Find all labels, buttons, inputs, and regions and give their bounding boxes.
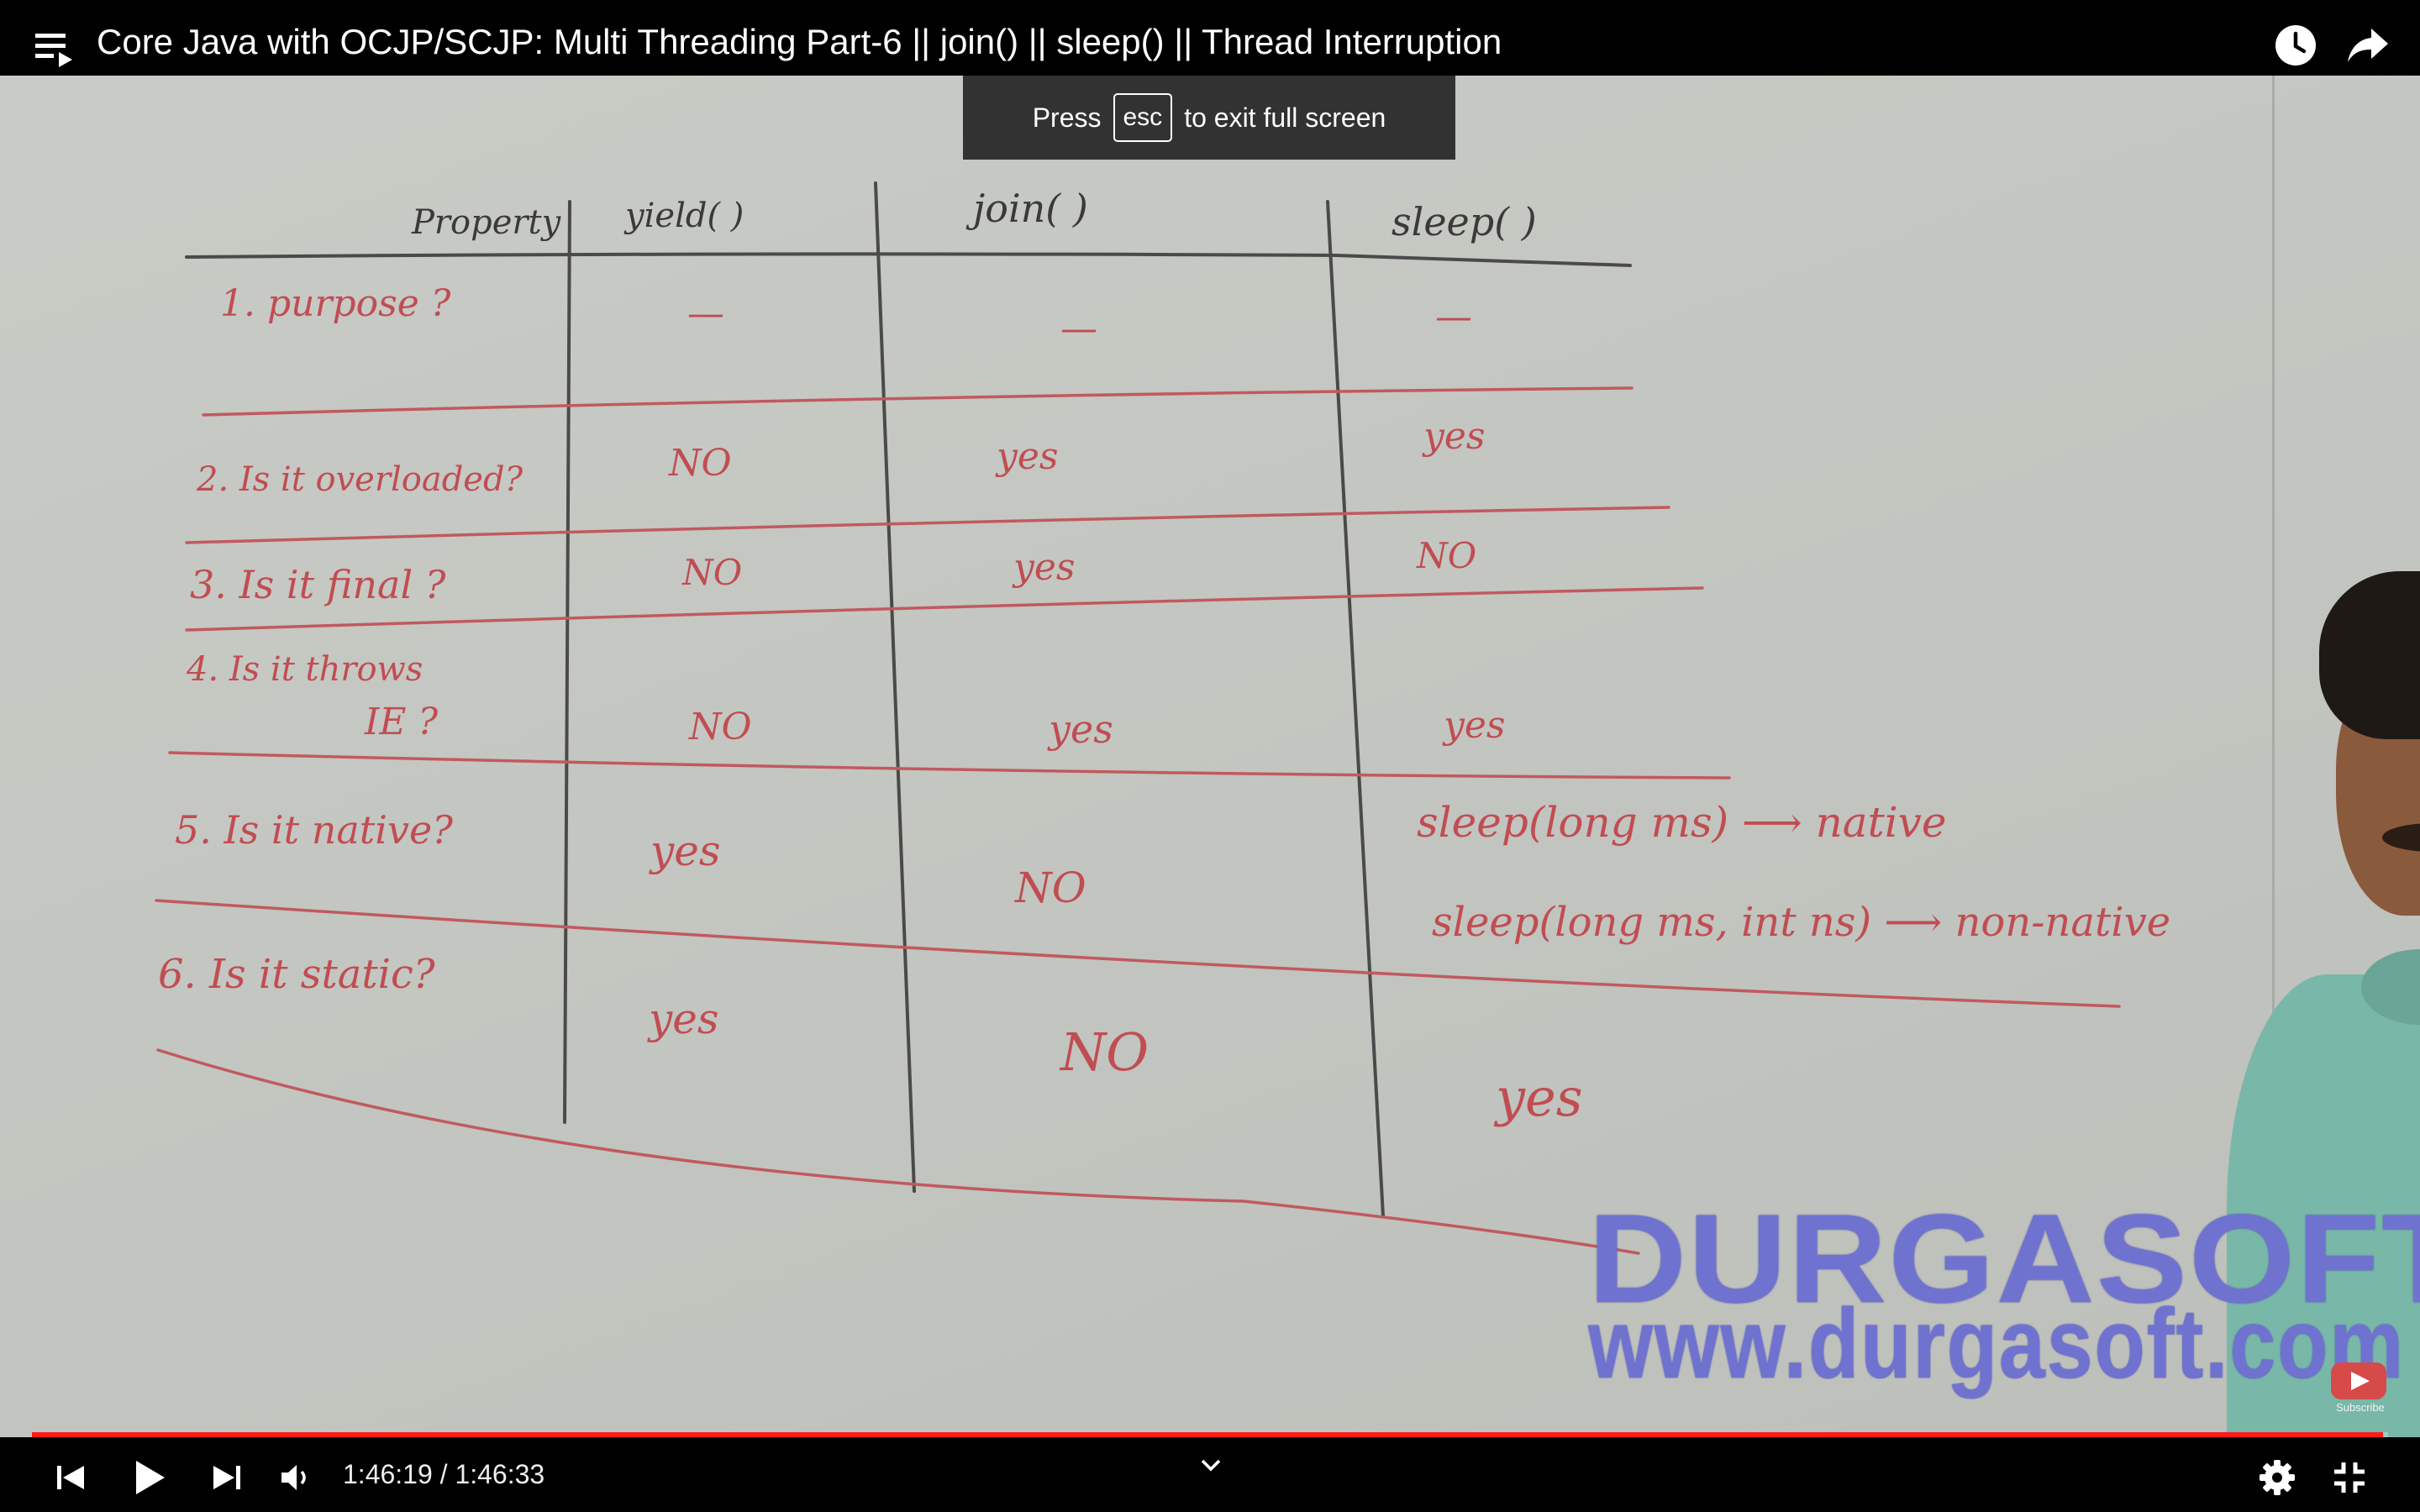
volume-icon[interactable] bbox=[280, 1462, 313, 1493]
row-4-yield: NO bbox=[688, 706, 752, 748]
native-note-2: sleep(long ms, int ns) ⟶ non-native bbox=[1432, 899, 2170, 946]
play-icon[interactable] bbox=[133, 1459, 166, 1496]
watch-later-icon[interactable] bbox=[2274, 24, 2317, 67]
header-join: join( ) bbox=[965, 186, 1088, 231]
row-3-property: 3. Is it final ? bbox=[190, 562, 446, 607]
prev-icon[interactable] bbox=[55, 1462, 86, 1493]
row-6-join: NO bbox=[1059, 1021, 1149, 1083]
header-sleep: sleep( ) bbox=[1392, 199, 1537, 244]
header-yield: yield( ) bbox=[623, 197, 744, 235]
row-6-yield: yes bbox=[647, 995, 719, 1043]
row-2-property: 2. Is it overloaded? bbox=[196, 460, 523, 499]
row-3-sleep: NO bbox=[1416, 535, 1476, 576]
video-frame[interactable]: Property yield( ) join( ) sleep( ) 1. pu… bbox=[0, 0, 2420, 1512]
toast-suffix: to exit full screen bbox=[1184, 102, 1386, 133]
row-5-join: NO bbox=[1014, 864, 1086, 912]
row-1-yield: — bbox=[687, 292, 724, 335]
header-property: Property bbox=[411, 203, 562, 242]
subscribe-label: Subscribe bbox=[2336, 1401, 2385, 1414]
row-3-yield: NO bbox=[681, 552, 742, 593]
share-icon[interactable] bbox=[2346, 25, 2390, 67]
row-3-join: yes bbox=[1012, 546, 1075, 589]
gear-icon[interactable] bbox=[2259, 1459, 2296, 1496]
fullscreen-toast: Press esc to exit full screen bbox=[963, 76, 1455, 160]
watermark-url: www.durgasoft.com bbox=[1588, 1289, 2406, 1399]
column-divider bbox=[1326, 200, 1385, 1218]
bottom-controls: 1:46:19 / 1:46:33 bbox=[0, 1437, 2420, 1512]
row-5-property: 5. Is it native? bbox=[175, 807, 453, 853]
playlist-icon[interactable] bbox=[34, 30, 76, 69]
row-5-yield: yes bbox=[649, 827, 721, 875]
video-title[interactable]: Core Java with OCJP/SCJP: Multi Threadin… bbox=[97, 22, 1502, 62]
next-icon[interactable] bbox=[212, 1462, 242, 1493]
row-divider bbox=[156, 1048, 1640, 1255]
time-display: 1:46:19 / 1:46:33 bbox=[343, 1459, 545, 1489]
toast-prefix: Press bbox=[1032, 102, 1102, 133]
top-bar: Core Java with OCJP/SCJP: Multi Threadin… bbox=[0, 0, 2420, 76]
row-1-join: — bbox=[1060, 307, 1097, 350]
row-4-sleep: yes bbox=[1442, 704, 1505, 747]
youtube-play-icon bbox=[2331, 1362, 2386, 1399]
row-6-property: 6. Is it static? bbox=[158, 951, 435, 998]
row-1-sleep: — bbox=[1435, 296, 1472, 339]
native-note-1: sleep(long ms) ⟶ native bbox=[1417, 798, 1947, 847]
row-4-property-line2: IE ? bbox=[364, 701, 438, 743]
row-2-sleep: yes bbox=[1422, 415, 1485, 458]
row-2-yield: NO bbox=[668, 442, 732, 485]
esc-key: esc bbox=[1113, 93, 1173, 142]
column-divider bbox=[874, 181, 916, 1193]
subscribe-button[interactable]: Subscribe bbox=[2331, 1362, 2390, 1414]
row-4-join: yes bbox=[1047, 706, 1113, 752]
row-2-join: yes bbox=[995, 435, 1058, 478]
column-divider bbox=[563, 200, 571, 1124]
header-underline bbox=[185, 252, 1632, 267]
row-divider bbox=[168, 751, 1731, 780]
row-6-sleep: yes bbox=[1493, 1067, 1583, 1128]
exit-fullscreen-icon[interactable] bbox=[2333, 1461, 2366, 1494]
chevron-down-icon[interactable] bbox=[1198, 1456, 1223, 1476]
row-divider bbox=[202, 386, 1634, 417]
row-4-property-line1: 4. Is it throws bbox=[186, 650, 423, 689]
row-1-property: 1. purpose ? bbox=[220, 282, 451, 325]
